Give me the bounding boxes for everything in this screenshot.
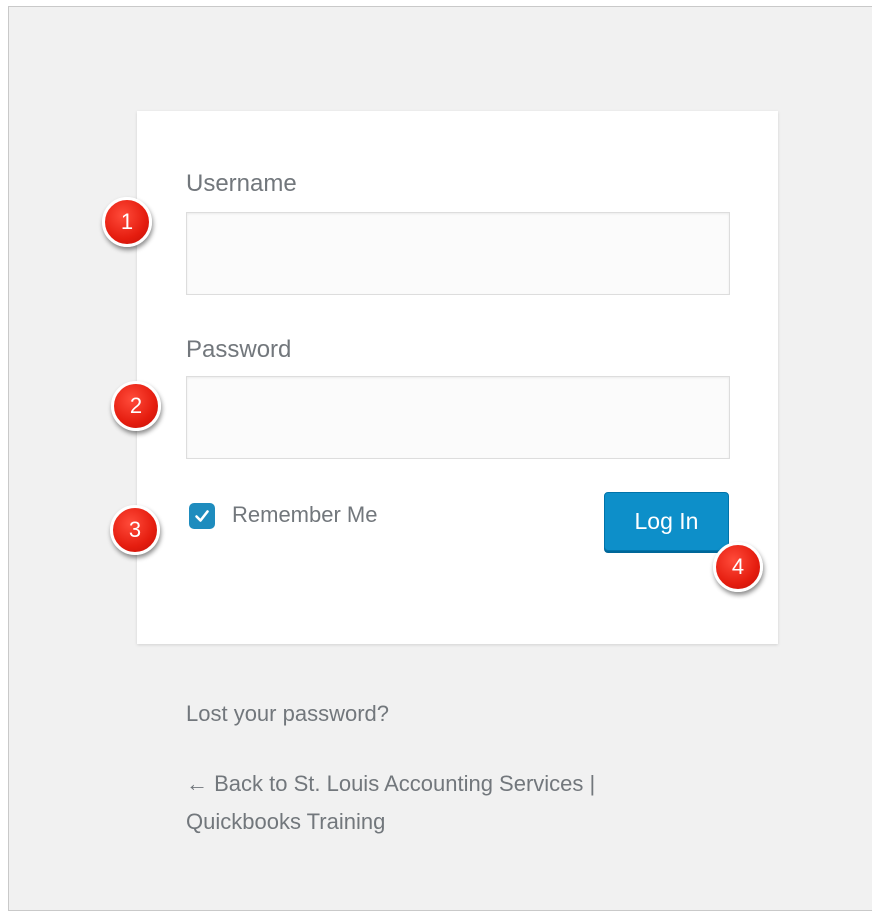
back-to-site-link[interactable]: ← Back to St. Louis Accounting Services … (186, 765, 706, 841)
step-marker-4: 4 (713, 542, 763, 592)
password-input[interactable] (186, 376, 730, 459)
password-label: Password (186, 336, 292, 363)
step-marker-1: 1 (102, 197, 152, 247)
step-marker-2: 2 (111, 381, 161, 431)
username-input[interactable] (186, 212, 730, 295)
lost-password-link[interactable]: Lost your password? (186, 695, 389, 733)
username-label: Username (186, 170, 297, 197)
remember-me-checkbox[interactable] (189, 503, 215, 529)
remember-me-label[interactable]: Remember Me (232, 502, 377, 528)
step-marker-3: 3 (110, 505, 160, 555)
screenshot-frame: Username Password Remember Me Log In 1 2… (0, 0, 872, 917)
checkmark-icon (195, 510, 209, 522)
log-in-button[interactable]: Log In (604, 492, 729, 551)
